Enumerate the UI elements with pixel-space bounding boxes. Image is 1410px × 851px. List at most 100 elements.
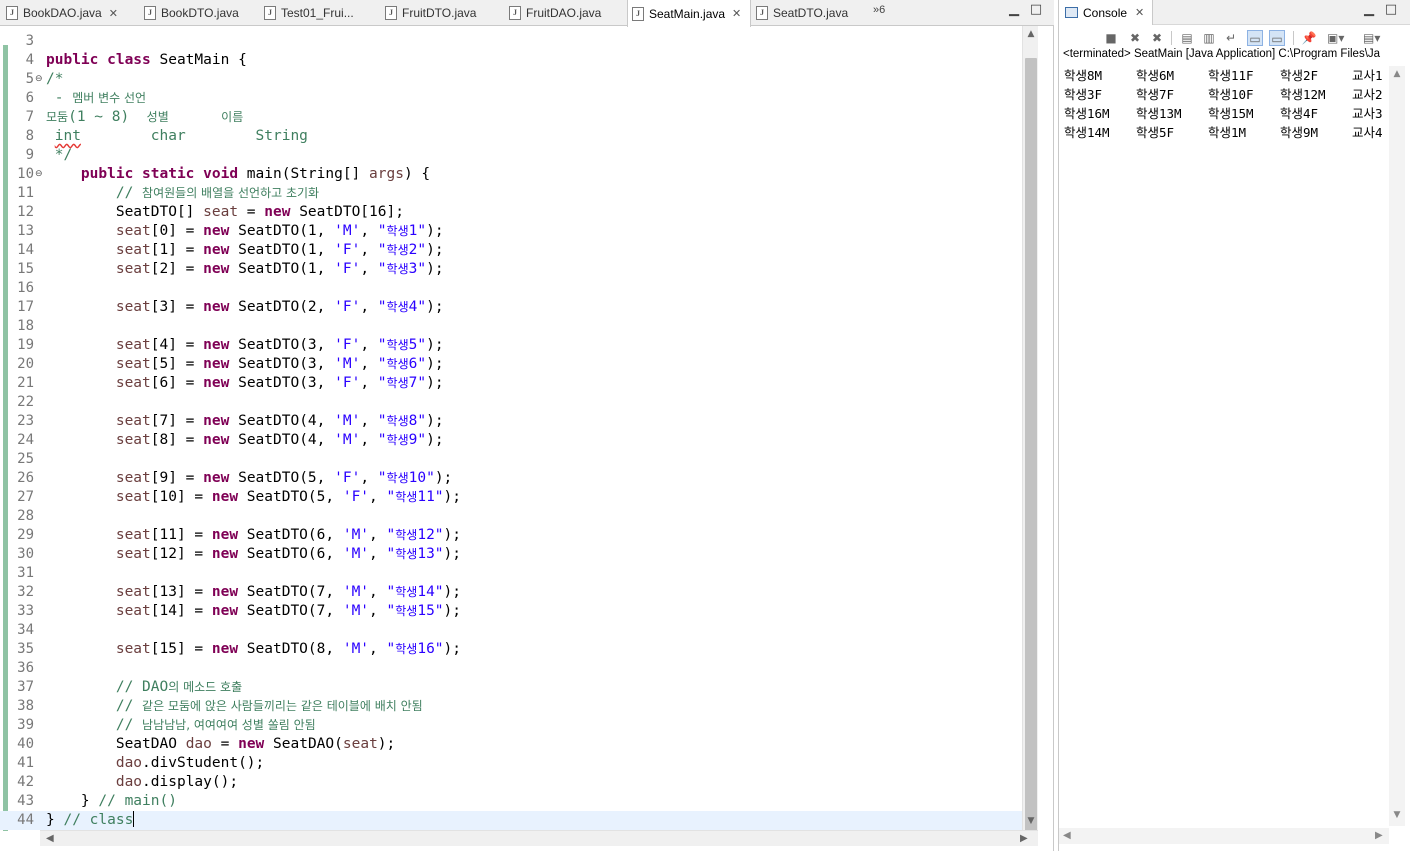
code-line[interactable]: 26 seat[9] = new SeatDTO(5, 'F', "학생10")…: [0, 469, 1022, 488]
code-line[interactable]: 19 seat[4] = new SeatDTO(3, 'F', "학생5");: [0, 336, 1022, 355]
java-file-icon: J: [6, 6, 18, 20]
terminate-icon[interactable]: ■: [1103, 30, 1119, 46]
code-text: seat[7] = new SeatDTO(4, 'M', "학생8");: [115, 413, 444, 429]
scroll-down-icon[interactable]: ▼: [1023, 816, 1039, 826]
code-line[interactable]: 13 seat[0] = new SeatDTO(1, 'M', "학생1");: [0, 222, 1022, 241]
code-line[interactable]: 28: [0, 507, 1022, 526]
display-console-icon[interactable]: ▣▾: [1327, 30, 1344, 46]
word-wrap-icon[interactable]: ↵: [1223, 30, 1239, 46]
fold-collapse-icon[interactable]: ⊖: [35, 165, 43, 184]
editor-tab[interactable]: J BookDTO.java: [140, 0, 258, 26]
clear-console-icon[interactable]: ▤: [1179, 30, 1195, 46]
code-line[interactable]: 38 // 같은 모둠에 앉은 사람들끼리는 같은 테이블에 배치 안됨: [0, 697, 1022, 716]
code-line[interactable]: 21 seat[6] = new SeatDTO(3, 'F', "학생7");: [0, 374, 1022, 393]
scroll-right-icon[interactable]: ▶: [1375, 830, 1383, 841]
code-line[interactable]: 16: [0, 279, 1022, 298]
scroll-right-icon[interactable]: ▶: [1020, 833, 1028, 844]
code-line[interactable]: 44} // class: [0, 811, 1022, 830]
console-output[interactable]: 학생8M 학생6M 학생11F 학생2F 교사1 학생3F 학생7F 학생10F 학생12M 교사…: [1059, 66, 1389, 828]
code-line[interactable]: 11 // 참여원들의 배열을 선언하고 초기화: [0, 184, 1022, 203]
editor-tab[interactable]: J FruitDTO.java: [381, 0, 501, 26]
editor-horizontal-scrollbar[interactable]: ◀ ▶: [40, 830, 1038, 846]
code-line[interactable]: 25: [0, 450, 1022, 469]
code-line[interactable]: 23 seat[7] = new SeatDTO(4, 'M', "학생8");: [0, 412, 1022, 431]
close-icon[interactable]: ✕: [732, 7, 741, 20]
code-line[interactable]: 27 seat[10] = new SeatDTO(5, 'F', "학생11"…: [0, 488, 1022, 507]
open-console-icon[interactable]: ▤▾: [1363, 30, 1380, 46]
code-line[interactable]: 34: [0, 621, 1022, 640]
code-line[interactable]: 41 dao.divStudent();: [0, 754, 1022, 773]
maximize-icon[interactable]: □: [1028, 3, 1044, 19]
close-icon[interactable]: ✕: [1135, 6, 1144, 19]
line-number: 32: [17, 584, 34, 600]
code-line[interactable]: 20 seat[5] = new SeatDTO(3, 'M', "학생6");: [0, 355, 1022, 374]
scrollbar-thumb[interactable]: [1025, 58, 1037, 836]
code-line[interactable]: 30 seat[12] = new SeatDTO(6, 'M', "학생13"…: [0, 545, 1022, 564]
code-line[interactable]: 15 seat[2] = new SeatDTO(1, 'F', "학생3");: [0, 260, 1022, 279]
code-line[interactable]: 31: [0, 564, 1022, 583]
code-line[interactable]: 22: [0, 393, 1022, 412]
console-vertical-scrollbar[interactable]: ▲ ▼: [1389, 66, 1405, 826]
code-line[interactable]: 8 int char String: [0, 127, 1022, 146]
scroll-lock-icon[interactable]: ▥: [1201, 30, 1217, 46]
pin-console-icon[interactable]: 📌: [1301, 30, 1317, 46]
editor-vertical-scrollbar[interactable]: ▲ ▼: [1022, 26, 1039, 836]
scroll-left-icon[interactable]: ◀: [46, 833, 54, 844]
editor-tab[interactable]: J FruitDAO.java: [505, 0, 623, 26]
code-line[interactable]: 33 seat[14] = new SeatDTO(7, 'M', "학생15"…: [0, 602, 1022, 621]
code-line[interactable]: 17 seat[3] = new SeatDTO(2, 'F', "학생4");: [0, 298, 1022, 317]
close-icon[interactable]: ✕: [109, 7, 118, 20]
code-line[interactable]: 3: [0, 32, 1022, 51]
scroll-up-icon[interactable]: ▲: [1023, 29, 1039, 39]
scroll-down-icon[interactable]: ▼: [1389, 810, 1405, 820]
console-minimize-icon[interactable]: ▁: [1361, 3, 1377, 19]
code-line[interactable]: 43 } // main(): [0, 792, 1022, 811]
line-number: 6: [25, 90, 34, 106]
show-on-stdout-icon[interactable]: ▭: [1247, 30, 1263, 46]
code-line[interactable]: 10 ⊖ public static void main(String[] arg…: [0, 165, 1022, 184]
scroll-up-icon[interactable]: ▲: [1389, 69, 1405, 79]
minimize-icon[interactable]: ▁: [1006, 3, 1022, 19]
tab-overflow-button[interactable]: »6: [873, 4, 885, 16]
editor-tab[interactable]: J SeatMain.java ✕: [627, 0, 751, 27]
fold-collapse-icon[interactable]: ⊖: [35, 70, 43, 89]
scroll-left-icon[interactable]: ◀: [1063, 830, 1071, 841]
line-number: 20: [17, 356, 34, 372]
code-line[interactable]: 4 public class SeatMain {: [0, 51, 1022, 70]
console-seat-entry: 학생12M: [1280, 87, 1326, 102]
remove-all-icon[interactable]: ✖: [1149, 30, 1165, 46]
editor-tab[interactable]: J Test01_Frui...: [260, 0, 378, 26]
code-line[interactable]: 12 SeatDTO[] seat = new SeatDTO[16];: [0, 203, 1022, 222]
code-line[interactable]: 14 seat[1] = new SeatDTO(1, 'F', "학생2");: [0, 241, 1022, 260]
code-line[interactable]: 36: [0, 659, 1022, 678]
code-line[interactable]: 29 seat[11] = new SeatDTO(6, 'M', "학생12"…: [0, 526, 1022, 545]
code-line[interactable]: 18: [0, 317, 1022, 336]
code-line[interactable]: 32 seat[13] = new SeatDTO(7, 'M', "학생14"…: [0, 583, 1022, 602]
code-line[interactable]: 9 */: [0, 146, 1022, 165]
code-line[interactable]: 35 seat[15] = new SeatDTO(8, 'M', "학생16"…: [0, 640, 1022, 659]
code-line[interactable]: 7 모둠(1 ~ 8) 성별 이름: [0, 108, 1022, 127]
code-line[interactable]: 37 // DAO의 메소드 호출: [0, 678, 1022, 697]
console-tab-label: Console: [1083, 5, 1128, 20]
code-line[interactable]: 39 // 남남남남, 여여여여 성별 쏠림 안됨: [0, 716, 1022, 735]
code-area[interactable]: 3 4 public class SeatMain {5 ⊖/* 6 - 멤버 변수 선…: [0, 32, 1022, 830]
line-number: 41: [17, 755, 34, 771]
remove-launch-icon[interactable]: ✖: [1127, 30, 1143, 46]
code-text: } // class: [46, 811, 135, 828]
code-editor[interactable]: J BookDAO.java ✕ J BookDTO.java J Test01_Frui.…: [0, 0, 1054, 851]
line-number: 4: [25, 52, 34, 68]
code-line[interactable]: 42 dao.display();: [0, 773, 1022, 792]
code-line[interactable]: 6 - 멤버 변수 선언: [0, 89, 1022, 108]
code-line[interactable]: 24 seat[8] = new SeatDTO(4, 'M', "학생9");: [0, 431, 1022, 450]
code-line[interactable]: 40 SeatDAO dao = new SeatDAO(seat);: [0, 735, 1022, 754]
show-on-stderr-icon[interactable]: ▭: [1269, 30, 1285, 46]
console-tab-bar: Console ✕ ▁ □: [1059, 0, 1410, 25]
line-number: 39: [17, 717, 34, 733]
console-maximize-icon[interactable]: □: [1383, 3, 1399, 19]
java-file-icon: J: [756, 6, 768, 20]
editor-tab[interactable]: J BookDAO.java ✕: [2, 0, 128, 26]
code-line[interactable]: 5 ⊖/*: [0, 70, 1022, 89]
tab-console[interactable]: Console ✕: [1059, 0, 1154, 25]
editor-tab[interactable]: J SeatDTO.java: [752, 0, 852, 26]
console-horizontal-scrollbar[interactable]: ◀ ▶: [1059, 828, 1389, 844]
